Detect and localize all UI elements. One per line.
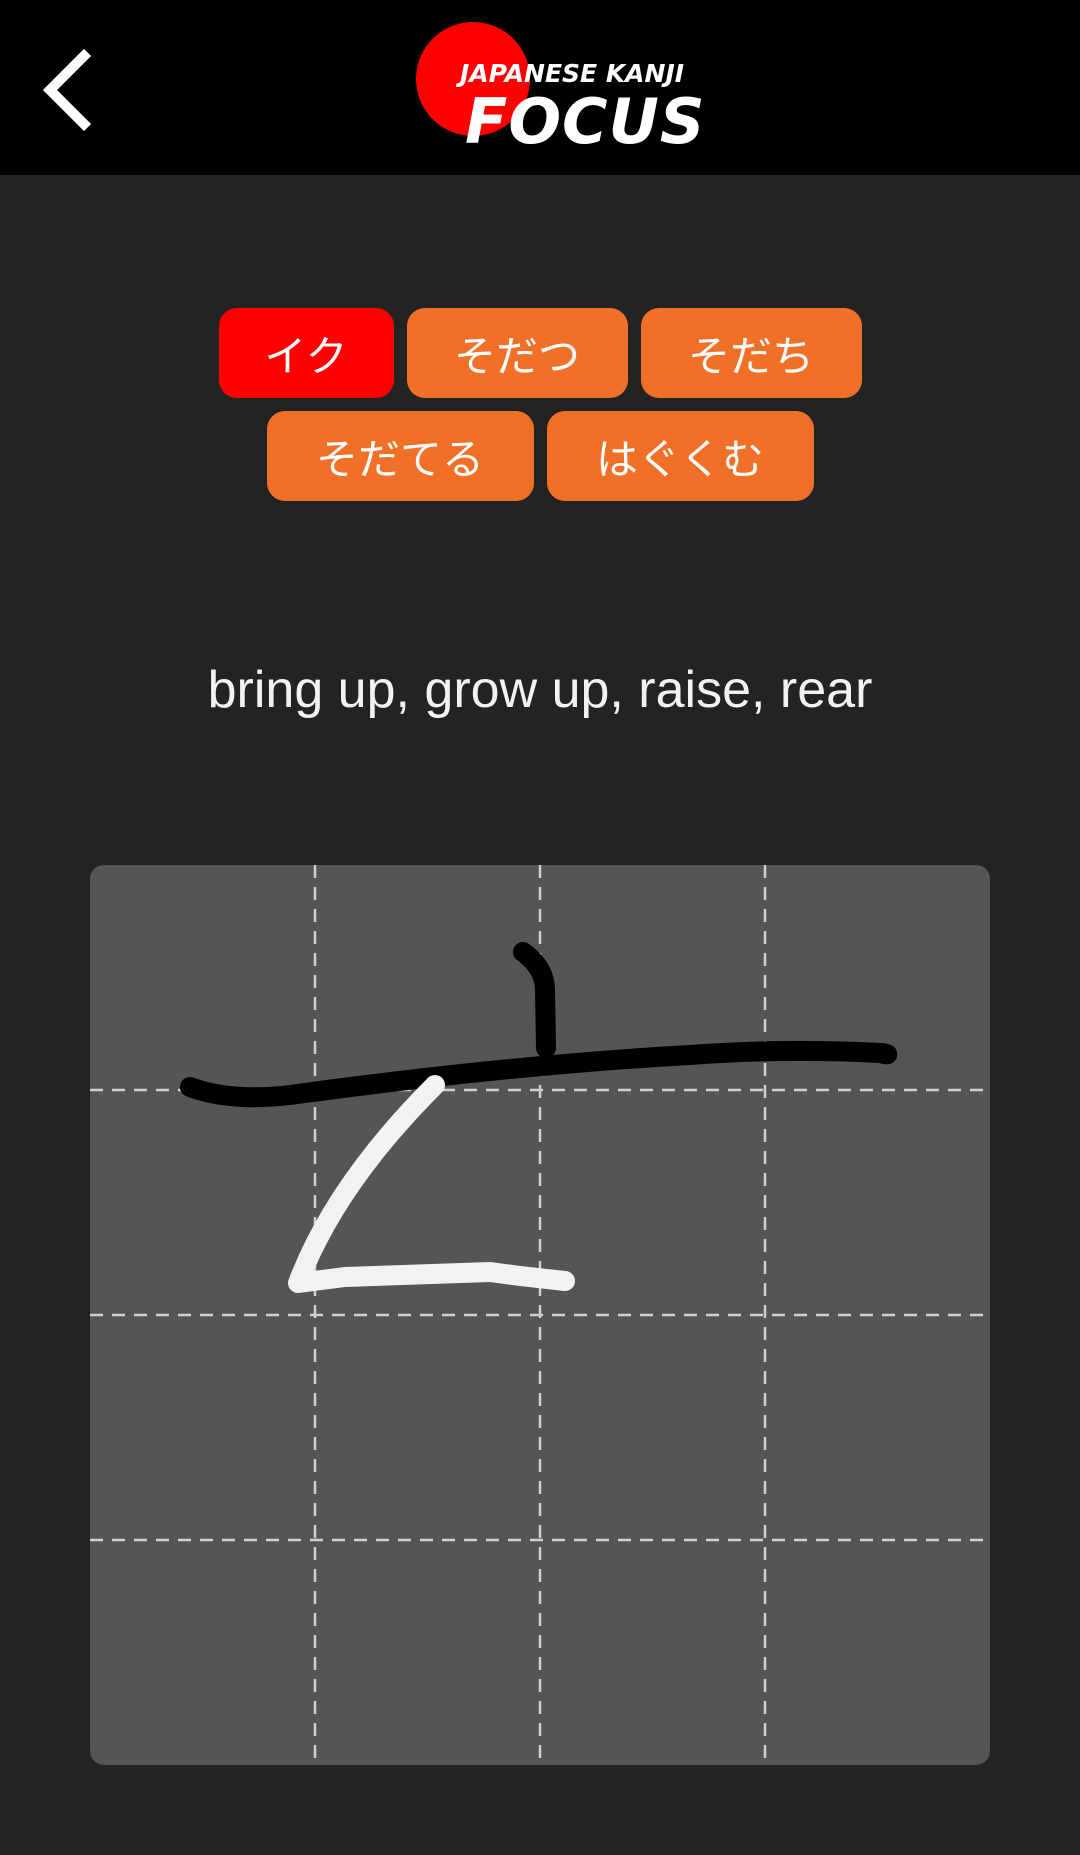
readings-row-2: そだてる はぐくむ xyxy=(0,411,1080,501)
practice-grid xyxy=(90,865,990,1765)
readings-list: イク そだつ そだち そだてる はぐくむ xyxy=(0,308,1080,514)
logo-main-text: FOCUS xyxy=(465,85,706,158)
reading-chip[interactable]: はぐくむ xyxy=(546,411,814,501)
drawing-canvas[interactable] xyxy=(90,865,990,1765)
reading-chip[interactable]: そだてる xyxy=(266,411,534,501)
app-header: JAPANESE KANJI FOCUS xyxy=(0,0,1080,175)
reading-chip[interactable]: そだつ xyxy=(406,308,628,398)
kanji-meaning: bring up, grow up, raise, rear xyxy=(207,661,873,719)
user-stroke-1 xyxy=(288,1075,575,1293)
reference-strokes xyxy=(180,942,898,1108)
app-logo: JAPANESE KANJI FOCUS xyxy=(410,15,706,165)
back-button[interactable] xyxy=(20,40,120,140)
readings-row-1: イク そだつ そだち xyxy=(0,308,1080,398)
chevron-left-icon xyxy=(42,48,92,132)
user-strokes xyxy=(288,1075,575,1293)
reading-chip[interactable]: イク xyxy=(218,308,394,398)
reading-chip[interactable]: そだち xyxy=(640,308,862,398)
reference-stroke-1 xyxy=(513,942,556,1058)
logo-top-text: JAPANESE KANJI xyxy=(460,59,685,88)
